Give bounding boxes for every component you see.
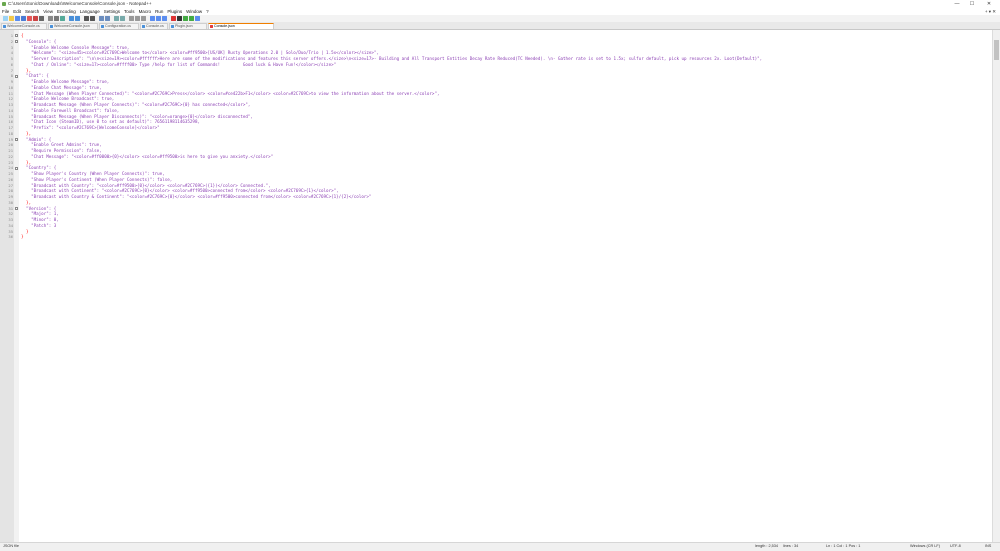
tab-label: Console.cs [146,24,164,28]
tab-welcomeconsole-json[interactable]: WelcomeConsole.json [48,23,98,29]
scrollbar-thumb[interactable] [994,40,999,60]
show-all-chars-icon[interactable] [135,16,140,21]
status-eol: Windows (CR LF) [910,544,940,548]
status-file-type: JSON file [3,544,20,548]
status-encoding: UTF-8 [950,544,961,548]
tab-configuration-cs[interactable]: Configuration.cs [99,23,139,29]
menu-settings[interactable]: Settings [102,8,122,15]
copy-icon[interactable] [54,16,59,21]
close-all-icon[interactable] [33,16,38,21]
new-file-icon[interactable] [3,16,8,21]
menu-tools[interactable]: Tools [122,8,137,15]
run-macro-multiple-icon[interactable] [189,16,194,21]
print-icon[interactable] [39,16,44,21]
minimize-button[interactable]: — [950,0,964,8]
file-icon [101,25,104,28]
open-file-icon[interactable] [9,16,14,21]
title-bar: C:\Users\Sonic\Downloads\WelcomeConsole\… [0,0,1000,8]
tab-plugin-json[interactable]: Plugin.json [169,23,207,29]
save-icon[interactable] [15,16,20,21]
menu-bar: File Edit Search View Encoding Language Settin… [0,8,1000,15]
menu-plugins[interactable]: Plugins [165,8,184,15]
menu-run[interactable]: Run [153,8,165,15]
code-text: } [21,234,24,240]
menu-search[interactable]: Search [23,8,41,15]
save-macro-icon[interactable] [195,16,200,21]
word-wrap-icon[interactable] [129,16,134,21]
vertical-scrollbar[interactable] [992,30,1000,542]
replace-icon[interactable] [90,16,95,21]
menu-encoding[interactable]: Encoding [55,8,78,15]
record-macro-icon[interactable] [171,16,176,21]
play-macro-icon[interactable] [183,16,188,21]
undo-icon[interactable] [69,16,74,21]
status-position: Ln : 1 Col : 1 Pos : 1 [826,544,861,548]
indent-guide-icon[interactable] [141,16,146,21]
menu-right-controls[interactable]: + ▾ ✕ [985,8,996,15]
fold-toggle-icon[interactable] [15,166,18,170]
file-icon [50,25,53,28]
fold-toggle-icon[interactable] [15,137,18,141]
file-modified-icon [210,25,213,28]
tab-label: Plugin.json [175,24,193,28]
close-file-icon[interactable] [27,16,32,21]
save-all-icon[interactable] [21,16,26,21]
tab-label: WelcomeConsole.cs [7,24,40,28]
function-list-icon[interactable] [156,16,161,21]
folder-workspace-icon[interactable] [162,16,167,21]
zoom-out-icon[interactable] [105,16,110,21]
sync-horizontal-icon[interactable] [120,16,125,21]
code-lines: 1{2 "Console": {3 "Enable Welcome Consol… [0,33,993,240]
fold-toggle-icon[interactable] [15,74,18,78]
paste-icon[interactable] [60,16,65,21]
zoom-in-icon[interactable] [99,16,104,21]
menu-language[interactable]: Language [78,8,102,15]
tab-label: Configuration.cs [105,24,131,28]
find-icon[interactable] [84,16,89,21]
line-number: 36 [8,234,13,240]
menu-help[interactable]: ? [204,8,211,15]
code-line[interactable]: 36} [0,234,993,240]
sync-vertical-icon[interactable] [114,16,119,21]
tab-label: WelcomeConsole.json [54,24,90,28]
file-icon [3,25,6,28]
status-length: length : 2,534 [755,544,779,548]
menu-view[interactable]: View [41,8,55,15]
fold-toggle-icon[interactable] [15,34,18,38]
file-icon [142,25,145,28]
close-button[interactable]: ✕ [982,0,996,8]
status-lines: lines : 34 [783,544,799,548]
tab-console-cs[interactable]: Console.cs [140,23,168,29]
window-title: C:\Users\Sonic\Downloads\WelcomeConsole\… [8,1,152,6]
tab-bar: WelcomeConsole.cs WelcomeConsole.json Co… [0,22,1000,30]
redo-icon[interactable] [75,16,80,21]
fold-toggle-icon[interactable] [15,206,18,210]
maximize-button[interactable]: ☐ [965,0,979,8]
tab-welcomeconsole-cs[interactable]: WelcomeConsole.cs [1,23,47,29]
editor-area[interactable]: 1{2 "Console": {3 "Enable Welcome Consol… [0,30,993,542]
menu-edit[interactable]: Edit [11,8,23,15]
status-insert-mode: INS [985,544,992,548]
fold-toggle-icon[interactable] [15,40,18,44]
tab-label: Console.json [214,24,235,28]
tab-console-json[interactable]: Console.json [208,23,274,29]
stop-macro-icon[interactable] [177,16,182,21]
menu-file[interactable]: File [0,8,11,15]
notepad-plus-plus-icon [2,1,6,6]
doc-map-icon[interactable] [150,16,155,21]
menu-macro[interactable]: Macro [137,8,154,15]
menu-window[interactable]: Window [184,8,204,15]
cut-icon[interactable] [48,16,53,21]
file-icon [171,25,174,28]
